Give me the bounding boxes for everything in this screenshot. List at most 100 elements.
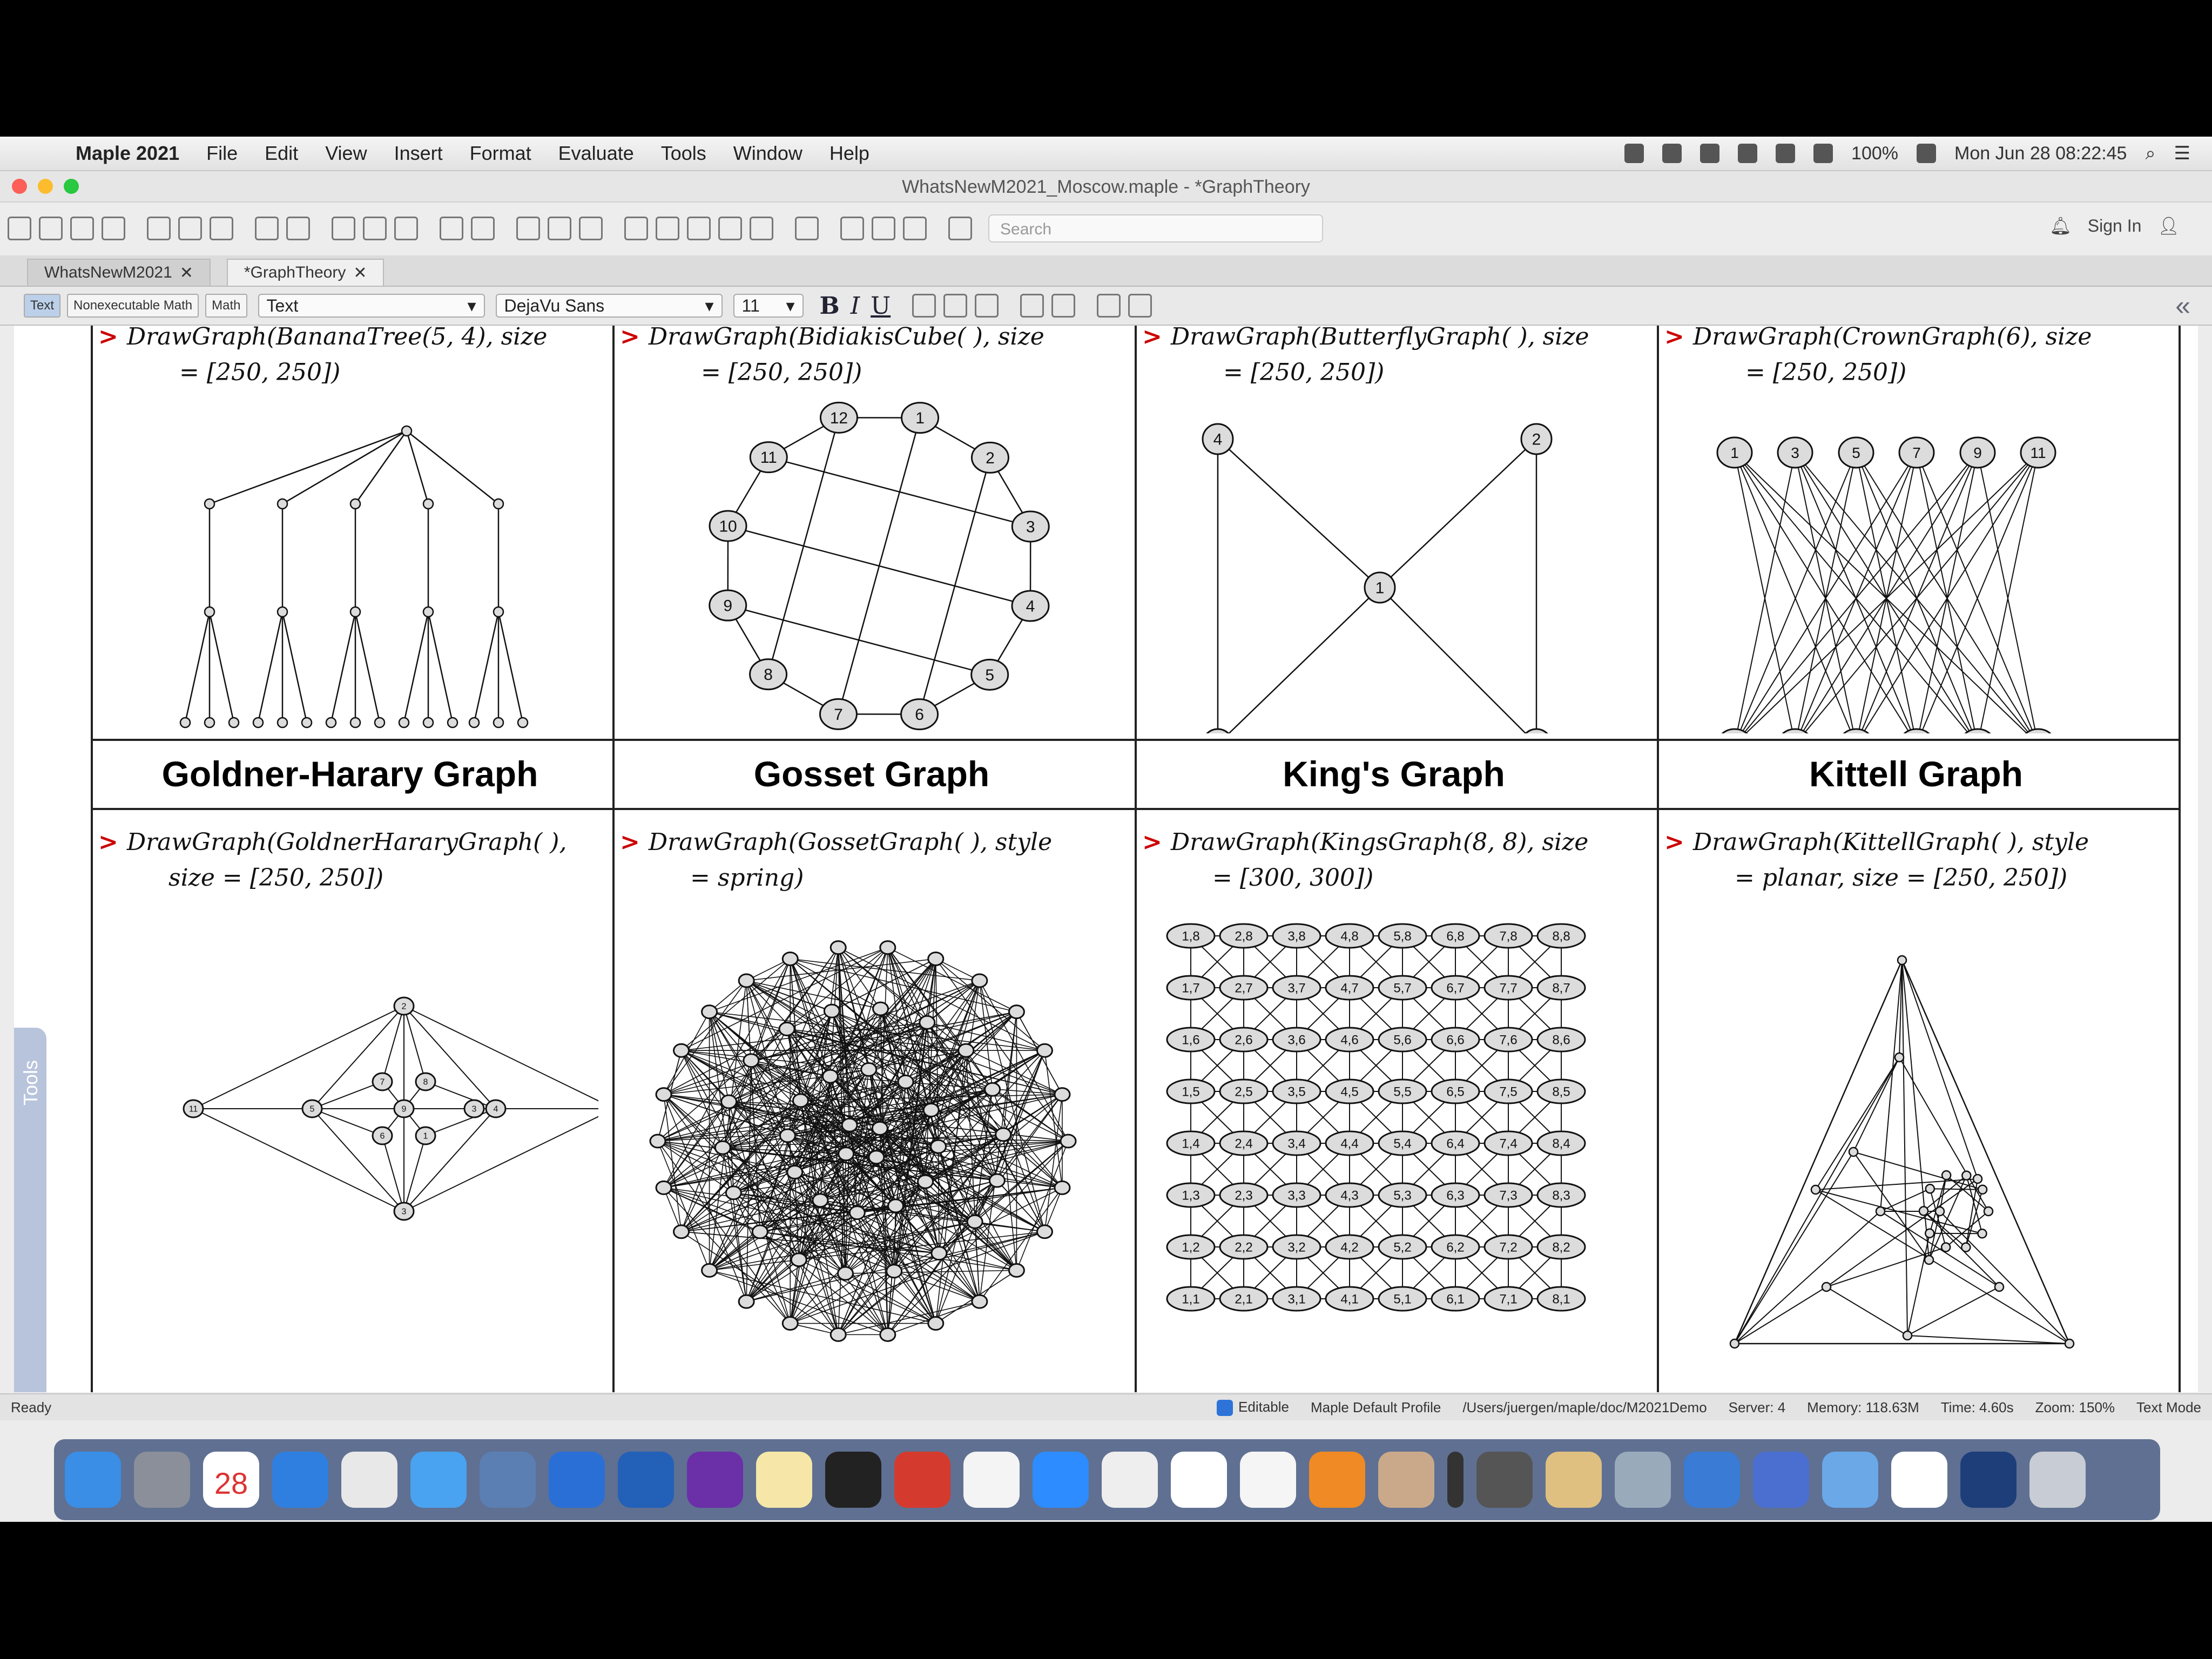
font-size-select[interactable]: 11 ▾	[733, 294, 804, 318]
graph-node[interactable]	[1972, 1174, 1983, 1184]
graph-node[interactable]: 7,7	[1483, 975, 1533, 1001]
graph-node[interactable]	[422, 606, 434, 618]
graph-node[interactable]	[930, 1246, 948, 1261]
graph-node[interactable]: 4,6	[1325, 1027, 1374, 1053]
goldner-harary-plot[interactable]: 12345678910113	[112, 903, 598, 1390]
bluetooth-icon[interactable]	[1662, 144, 1682, 163]
graph-node[interactable]	[957, 1043, 975, 1058]
graph-node[interactable]	[879, 940, 896, 955]
menu-tools[interactable]: Tools	[661, 142, 706, 165]
graph-node[interactable]: 1	[901, 402, 940, 434]
graph-node[interactable]	[927, 951, 945, 966]
bell-icon[interactable]: 🔔︎	[2049, 215, 2072, 236]
graph-node[interactable]: 4,2	[1325, 1234, 1374, 1260]
graph-node[interactable]: 7,6	[1483, 1027, 1533, 1053]
graph-node[interactable]: 7	[819, 698, 858, 730]
graph-node[interactable]: 6,8	[1431, 923, 1480, 949]
graph-node[interactable]	[781, 1316, 799, 1331]
paste-icon[interactable]	[210, 217, 233, 240]
graph-node[interactable]	[838, 1147, 855, 1162]
graph-node[interactable]: 7	[1898, 436, 1935, 469]
graph-node[interactable]: 9	[1959, 436, 1996, 469]
graph-node[interactable]: 2,7	[1219, 975, 1269, 1001]
graph-node[interactable]: 3	[463, 1099, 485, 1118]
insert-prompt-icon[interactable]	[394, 217, 418, 240]
graph-node[interactable]	[673, 1043, 690, 1058]
cut-icon[interactable]	[147, 217, 171, 240]
tab-graphtheory[interactable]: *GraphTheory ✕	[226, 259, 385, 286]
graph-node[interactable]: 9	[393, 1099, 415, 1118]
graph-node[interactable]	[1054, 1087, 1071, 1102]
graph-node[interactable]	[714, 1140, 731, 1155]
new-document-icon[interactable]	[8, 217, 31, 240]
graph-node[interactable]: 5,6	[1378, 1027, 1427, 1053]
graph-node[interactable]	[1961, 1242, 1971, 1252]
graph-node[interactable]	[401, 425, 413, 437]
graph-node[interactable]: 7,4	[1483, 1130, 1533, 1156]
graph-node[interactable]: 1,4	[1166, 1130, 1216, 1156]
save-icon[interactable]	[70, 217, 94, 240]
graph-node[interactable]: 6,6	[1431, 1027, 1480, 1053]
graph-node[interactable]: 1,5	[1166, 1078, 1216, 1104]
graph-node[interactable]	[301, 717, 313, 729]
graph-node[interactable]: 6,5	[1431, 1078, 1480, 1104]
graph-node[interactable]	[1821, 1282, 1832, 1292]
graph-node[interactable]: 3,3	[1272, 1182, 1321, 1208]
crown-graph-plot[interactable]: 135791124681012	[1675, 377, 2161, 733]
align-right-icon[interactable]	[975, 294, 999, 318]
status-app-icon[interactable]	[1624, 144, 1644, 163]
graph-node[interactable]	[1060, 1134, 1077, 1149]
downloads-icon[interactable]	[1753, 1452, 1809, 1508]
graph-node[interactable]	[649, 1134, 666, 1149]
graph-node[interactable]	[919, 1015, 936, 1030]
menu-clock[interactable]: Mon Jun 28 08:22:45	[1954, 143, 2127, 164]
graph-node[interactable]: 7,2	[1483, 1234, 1533, 1260]
graph-node[interactable]: 2,2	[1219, 1234, 1269, 1260]
graph-node[interactable]: 7,8	[1483, 923, 1533, 949]
documents-icon[interactable]	[1822, 1452, 1878, 1508]
insert-math-icon[interactable]	[332, 217, 355, 240]
close-icon[interactable]: ✕	[353, 264, 367, 282]
graph-node[interactable]	[1924, 1228, 1935, 1239]
graph-node[interactable]	[786, 1165, 804, 1180]
photo-booth-icon[interactable]	[1102, 1452, 1158, 1508]
graph-node[interactable]	[349, 606, 361, 618]
graph-node[interactable]	[2064, 1338, 2075, 1349]
time-machine-icon[interactable]	[1917, 144, 1936, 163]
graph-node[interactable]	[781, 951, 799, 966]
graph-node[interactable]	[447, 717, 458, 729]
graph-node[interactable]	[823, 1003, 840, 1019]
graph-node[interactable]: 2,8	[1219, 923, 1269, 949]
graph-node[interactable]	[841, 1117, 858, 1132]
close-icon[interactable]: ✕	[180, 264, 193, 282]
graph-node[interactable]: 3,1	[1272, 1286, 1321, 1312]
restart-icon[interactable]	[750, 217, 773, 240]
graph-node[interactable]: 8,2	[1536, 1234, 1586, 1260]
graph-node[interactable]: 5	[970, 658, 1009, 691]
graph-node[interactable]	[204, 606, 215, 618]
cell-command[interactable]: > DrawGraph(GossetGraph( ), style = sprin…	[620, 825, 1052, 896]
graph-node[interactable]: 8,6	[1536, 1027, 1586, 1053]
graph-node[interactable]: 4,1	[1325, 1286, 1374, 1312]
butterfly-graph-plot[interactable]: 4 2 1 5 3	[1153, 377, 1639, 733]
graph-node[interactable]: 4	[1011, 590, 1050, 622]
control-center-icon[interactable]: ☰	[2174, 143, 2190, 164]
folder-icon[interactable]	[1615, 1452, 1671, 1508]
browser-icon[interactable]	[410, 1452, 467, 1508]
insert-text-icon[interactable]	[363, 217, 387, 240]
cell-command[interactable]: > DrawGraph(GoldnerHararyGraph( ), size =…	[98, 825, 567, 896]
graph-node[interactable]	[1925, 1184, 1936, 1194]
safari-icon[interactable]	[272, 1452, 328, 1508]
graph-node[interactable]	[995, 1127, 1012, 1142]
graph-node[interactable]	[1894, 1052, 1905, 1063]
graph-node[interactable]	[1054, 1180, 1071, 1195]
graph-node[interactable]	[1036, 1224, 1053, 1239]
menu-evaluate[interactable]: Evaluate	[558, 142, 634, 165]
graph-node[interactable]	[1008, 1004, 1025, 1020]
section-icon[interactable]	[440, 217, 463, 240]
graph-node[interactable]: 4,7	[1325, 975, 1374, 1001]
align-left-icon[interactable]	[912, 294, 936, 318]
terminal-icon[interactable]	[825, 1452, 881, 1508]
cell-command[interactable]: > DrawGraph(KittellGraph( ), style = plan…	[1664, 825, 2089, 896]
graph-node[interactable]	[422, 498, 434, 510]
